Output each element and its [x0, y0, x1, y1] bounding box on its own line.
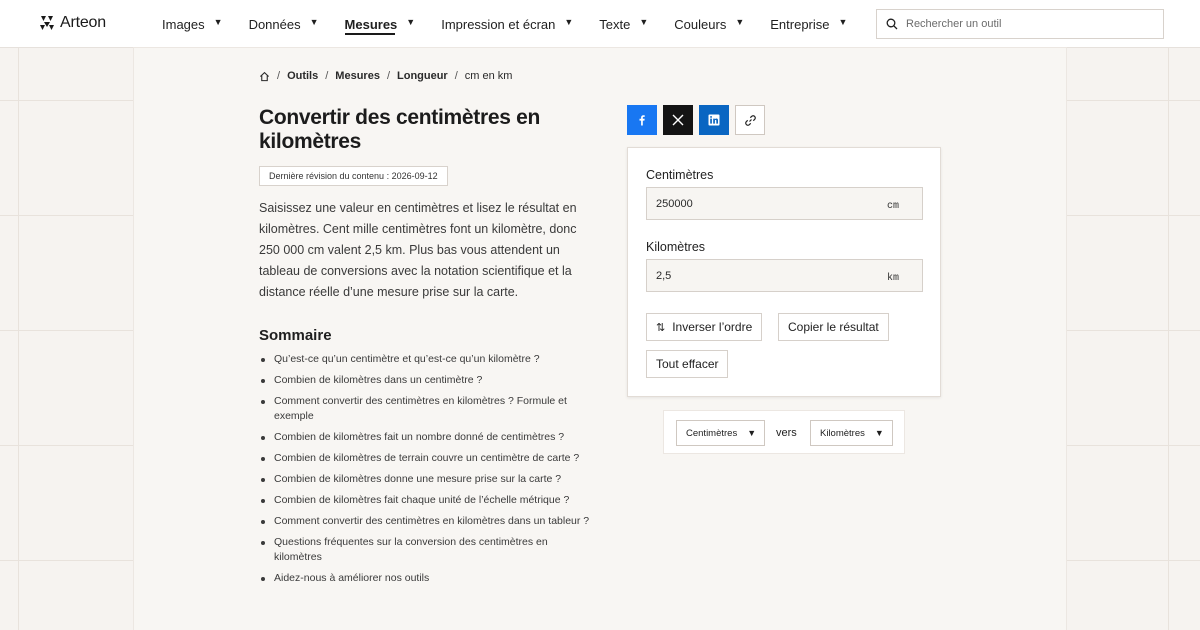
centimetres-label: Centimètres: [646, 168, 714, 182]
breadcrumb: / Outils / Mesures / Longueur / cm en km: [259, 70, 512, 82]
unit-connector: vers: [776, 427, 797, 439]
top-navigation: Arteon Images ▼ Données ▼ Mesures ▼ Impr…: [0, 0, 1200, 48]
toc-item[interactable]: Combien de kilomètres de terrain couvre …: [259, 451, 594, 466]
nav-item-mesures[interactable]: Mesures ▼: [344, 0, 416, 48]
nav-item-label: Entreprise: [770, 16, 830, 32]
intro-paragraph: Saisissez une valeur en centimètres et l…: [259, 201, 577, 299]
clear-all-button[interactable]: Tout effacer: [646, 350, 729, 378]
share-facebook-button[interactable]: [627, 105, 657, 135]
content-panel: / Outils / Mesures / Longueur / cm en km…: [134, 48, 1066, 630]
clear-all-label: Tout effacer: [656, 357, 719, 371]
breadcrumb-separator: /: [277, 70, 281, 82]
breadcrumb-separator: /: [454, 70, 458, 82]
nav-item-label: Données: [248, 16, 301, 32]
caret-down-icon: ▼: [309, 17, 319, 27]
caret-down-icon: ▼: [747, 428, 757, 438]
nav-item-entreprise[interactable]: Entreprise ▼: [770, 0, 847, 48]
breadcrumb-current: cm en km: [464, 70, 513, 82]
centimetres-field[interactable]: cm: [646, 187, 923, 220]
nav-item-label: Couleurs: [674, 16, 727, 32]
caret-down-icon: ▼: [874, 428, 884, 438]
breadcrumb-separator: /: [325, 70, 329, 82]
search-icon: [886, 18, 898, 30]
nav-item-images[interactable]: Images ▼: [162, 0, 223, 48]
search-box[interactable]: [876, 9, 1164, 39]
share-x-button[interactable]: [663, 105, 693, 135]
x-icon: [672, 114, 684, 126]
nav-item-label: Mesures: [344, 16, 398, 32]
search-input[interactable]: [906, 18, 1146, 30]
breadcrumb-separator: /: [386, 70, 390, 82]
kilometres-input[interactable]: [647, 260, 867, 291]
copy-result-button[interactable]: Copier le résultat: [778, 313, 889, 341]
share-buttons: [627, 105, 765, 135]
nav-item-label: Images: [162, 16, 205, 32]
swap-order-button[interactable]: ⇅ Inverser l’ordre: [646, 313, 763, 341]
link-icon: [744, 114, 756, 126]
logo-icon: [40, 16, 54, 30]
caret-down-icon: ▼: [735, 17, 745, 27]
facebook-icon: [639, 115, 645, 126]
toc-item[interactable]: Aidez-nous à améliorer nos outils: [259, 571, 594, 586]
toc-item[interactable]: Qu’est-ce qu’un centimètre et qu’est-ce …: [259, 352, 594, 367]
unit-selector-bar: Centimètres ▼ vers Kilomètres ▼: [663, 410, 905, 454]
caret-down-icon: ▼: [406, 17, 416, 27]
linkedin-icon: [708, 114, 720, 126]
toc-heading: Sommaire: [259, 327, 332, 344]
converter-card: Centimètres cm Kilomètres km ⇅ Inverser …: [627, 147, 941, 397]
centimetres-input[interactable]: [647, 188, 867, 219]
unit-km: km: [886, 273, 899, 284]
to-unit-select[interactable]: Kilomètres ▼: [810, 420, 893, 446]
caret-down-icon: ▼: [564, 17, 574, 27]
nav-item-donnees[interactable]: Données ▼: [249, 0, 319, 48]
swap-order-label: Inverser l’ordre: [672, 320, 753, 334]
share-linkedin-button[interactable]: [699, 105, 729, 135]
to-unit-value: Kilomètres: [820, 427, 865, 439]
toc-item[interactable]: Comment convertir des centimètres en kil…: [259, 514, 594, 529]
copy-result-label: Copier le résultat: [788, 320, 879, 334]
nav-item-impression-ecran[interactable]: Impression et écran ▼: [441, 0, 573, 48]
nav-item-couleurs[interactable]: Couleurs ▼: [674, 0, 744, 48]
caret-down-icon: ▼: [639, 17, 649, 27]
table-of-contents: Qu’est-ce qu’un centimètre et qu’est-ce …: [259, 352, 594, 592]
toc-item[interactable]: Combien de kilomètres donne une mesure p…: [259, 472, 594, 487]
revision-badge: Dernière révision du contenu : 2026-09-1…: [259, 166, 448, 186]
nav-item-label: Texte: [599, 16, 631, 32]
nav-item-label: Impression et écran: [441, 16, 556, 32]
toc-item[interactable]: Combien de kilomètres dans un centimètre…: [259, 373, 594, 388]
caret-down-icon: ▼: [838, 17, 848, 27]
main-menu: Images ▼ Données ▼ Mesures ▼ Impression …: [162, 0, 873, 48]
nav-item-texte[interactable]: Texte ▼: [599, 0, 648, 48]
toc-item[interactable]: Combien de kilomètres fait un nombre don…: [259, 430, 594, 445]
brand-name: Arteon: [60, 14, 106, 31]
breadcrumb-link-longueur[interactable]: Longueur: [397, 70, 448, 82]
caret-down-icon: ▼: [213, 17, 223, 27]
home-icon[interactable]: [259, 71, 270, 82]
toc-item[interactable]: Questions fréquentes sur la conversion d…: [259, 535, 594, 565]
copy-link-button[interactable]: [735, 105, 765, 135]
unit-cm: cm: [886, 201, 899, 212]
toc-item[interactable]: Comment convertir des centimètres en kil…: [259, 394, 594, 424]
page-title: Convertir des centimètres en kilomètres: [259, 106, 541, 153]
from-unit-value: Centimètres: [686, 427, 738, 439]
from-unit-select[interactable]: Centimètres ▼: [676, 420, 765, 446]
toc-item[interactable]: Combien de kilomètres fait chaque unité …: [259, 493, 594, 508]
swap-icon: ⇅: [656, 321, 666, 334]
breadcrumb-link-outils[interactable]: Outils: [287, 70, 318, 82]
brand-logo[interactable]: Arteon: [39, 14, 106, 32]
kilometres-field[interactable]: km: [646, 259, 923, 292]
kilometres-label: Kilomètres: [646, 240, 706, 254]
breadcrumb-link-mesures[interactable]: Mesures: [335, 70, 380, 82]
